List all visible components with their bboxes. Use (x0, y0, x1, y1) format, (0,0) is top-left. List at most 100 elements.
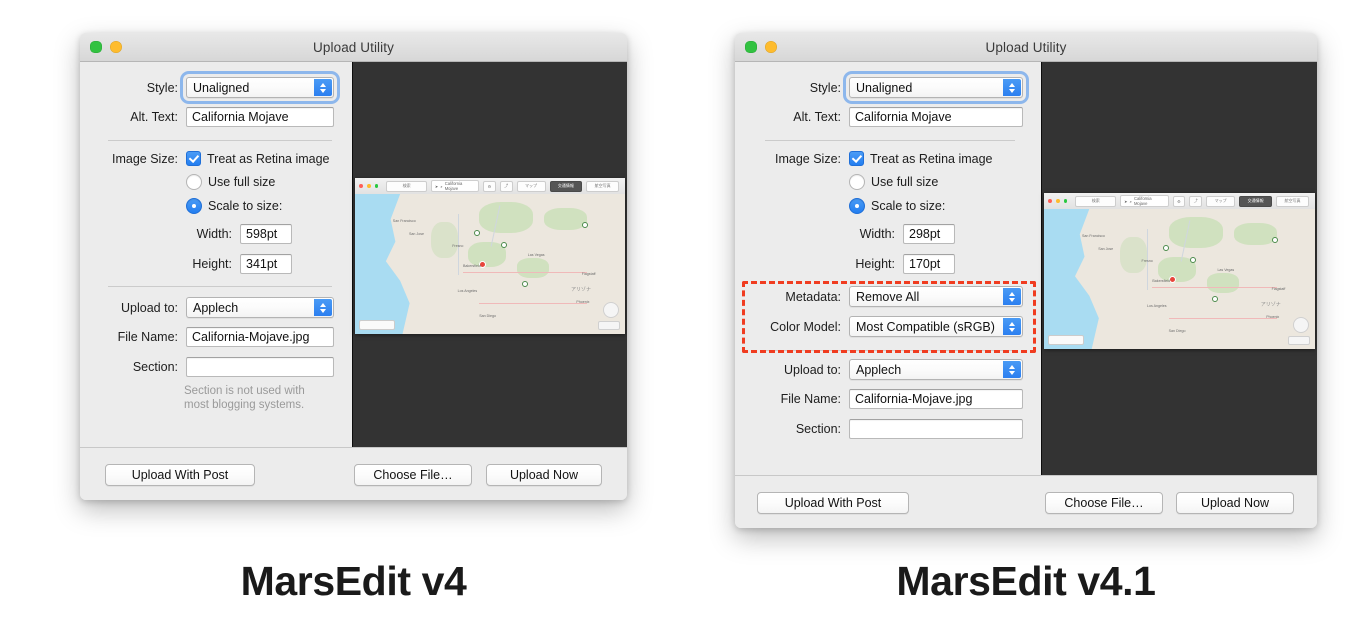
metadata-popup[interactable]: Remove All (849, 286, 1023, 307)
height-label: Height: (192, 257, 232, 271)
minimize-button-icon[interactable] (110, 41, 122, 53)
metadata-popup-value: Remove All (856, 289, 920, 304)
map-tab-transit: 交通情報 (1239, 195, 1273, 207)
minimize-button-icon[interactable] (765, 41, 777, 53)
titlebar[interactable]: Upload Utility (735, 33, 1317, 62)
image-size-label: Image Size: (774, 151, 841, 166)
style-popup[interactable]: Unaligned (186, 77, 334, 98)
map-close-icon (359, 184, 363, 188)
city-label: Phoenix (1266, 315, 1280, 320)
use-full-size-radio-row[interactable]: Use full size (849, 174, 938, 190)
map-search-value: California Mojave (444, 181, 463, 191)
park-poi-icon (1190, 256, 1197, 263)
city-label: Flagstaff (581, 272, 596, 277)
city-label: San Diego (479, 314, 496, 319)
image-preview-pane: 検索 ➤ ⌕ California Mojave ⚙ ⤴ マップ 交通情報 航空… (352, 62, 627, 447)
use-full-size-radio-row[interactable]: Use full size (186, 174, 275, 190)
map-tab-satellite: 航空写真 (1276, 195, 1309, 207)
map-zoom-controls (598, 321, 620, 330)
traffic-lights (745, 33, 777, 61)
color-model-popup[interactable]: Most Compatible (sRGB) (849, 316, 1023, 337)
map-compass-icon (603, 302, 619, 318)
ocean-area (1044, 209, 1099, 349)
use-full-size-radio[interactable] (849, 174, 865, 190)
map-search-toggle: 検索 (1075, 195, 1117, 207)
upload-with-post-button[interactable]: Upload With Post (105, 464, 255, 486)
metadata-label: Metadata: (785, 289, 841, 304)
comparison-figure: Upload Utility Style: Unaligned Alt. Tex… (0, 0, 1360, 635)
map-toolbar: 検索 ➤ ⌕ California Mojave ⚙ ⤴ マップ 交通情報 航空… (355, 178, 625, 195)
use-full-size-label: Use full size (208, 175, 276, 189)
upload-to-popup[interactable]: Applech (186, 297, 334, 318)
retina-checkbox[interactable] (186, 151, 201, 166)
scale-to-size-radio-row[interactable]: Scale to size: (849, 198, 945, 214)
style-popup[interactable]: Unaligned (849, 77, 1023, 98)
map-zoom-icon (374, 184, 379, 188)
road (463, 272, 588, 274)
city-label: Bakersfield (1152, 279, 1171, 283)
upload-now-button[interactable]: Upload Now (486, 464, 602, 486)
park-poi-icon (1271, 237, 1278, 243)
width-input[interactable]: 298pt (903, 224, 955, 244)
map-preview: 検索 ➤ ⌕ California Mojave ⚙ ⤴ マップ 交通情報 航空… (353, 62, 627, 447)
map-zoom-icon (1063, 199, 1068, 203)
file-name-input[interactable]: California-Mojave.jpg (186, 327, 334, 347)
scale-to-size-radio-row[interactable]: Scale to size: (186, 198, 282, 214)
upload-to-popup[interactable]: Applech (849, 359, 1023, 380)
use-full-size-radio[interactable] (186, 174, 202, 190)
map-compass-icon (1293, 317, 1309, 333)
ocean-area (355, 194, 410, 334)
file-name-label: File Name: (117, 330, 178, 344)
style-label: Style: (146, 80, 178, 95)
retina-checkbox-row[interactable]: Treat as Retina image (186, 151, 330, 166)
upload-to-popup-value: Applech (193, 300, 239, 315)
region-label: アリゾナ (1260, 302, 1281, 309)
alt-text-input[interactable]: California Mojave (849, 107, 1023, 127)
retina-label: Treat as Retina image (207, 151, 330, 166)
map-quality-selector (1048, 335, 1084, 345)
divider (765, 140, 1015, 141)
window-footer: Upload With Post Choose File… Upload Now (735, 475, 1317, 528)
section-input[interactable] (849, 419, 1023, 439)
zoom-button-icon[interactable] (745, 41, 757, 53)
upload-to-label: Upload to: (121, 300, 178, 315)
width-input[interactable]: 598pt (240, 224, 292, 244)
terrain-patch (544, 208, 588, 231)
window-title: Upload Utility (985, 39, 1067, 55)
titlebar[interactable]: Upload Utility (80, 33, 627, 62)
choose-file-button[interactable]: Choose File… (354, 464, 472, 486)
terrain-patch (517, 258, 550, 278)
chevron-updown-icon (1003, 288, 1021, 305)
scale-to-size-radio[interactable] (849, 198, 865, 214)
zoom-button-icon[interactable] (90, 41, 102, 53)
region-label: アリゾナ (571, 287, 592, 294)
map-screenshot: 検索 ➤ ⌕ California Mojave ⚙ ⤴ マップ 交通情報 航空… (355, 178, 625, 334)
map-share-icon: ⤴ (499, 180, 513, 192)
style-popup-wrapper: Unaligned (849, 77, 1023, 98)
caption-right: MarsEdit v4.1 (896, 558, 1156, 604)
map-locate-icon: ➤ (434, 183, 439, 189)
chevron-updown-icon (1003, 318, 1021, 335)
upload-with-post-button[interactable]: Upload With Post (757, 492, 909, 514)
upload-now-button[interactable]: Upload Now (1176, 492, 1294, 514)
retina-checkbox[interactable] (849, 151, 864, 166)
city-label: Flagstaff (1271, 287, 1286, 292)
city-label: San Jose (1098, 246, 1114, 251)
chevron-updown-icon (1003, 79, 1021, 96)
map-gear-icon: ⚙ (1172, 195, 1186, 207)
section-input[interactable] (186, 357, 334, 377)
map-gear-icon: ⚙ (483, 180, 496, 192)
alt-text-input[interactable]: California Mojave (186, 107, 334, 127)
height-input[interactable]: 341pt (240, 254, 292, 274)
map-search-field: ➤ ⌕ California Mojave (1120, 195, 1169, 207)
map-search-field: ➤ ⌕ California Mojave (430, 180, 480, 192)
map-tab-transit: 交通情報 (549, 180, 583, 192)
choose-file-button[interactable]: Choose File… (1045, 492, 1163, 514)
road (1152, 287, 1278, 289)
upload-to-popup-value: Applech (856, 362, 902, 377)
scale-to-size-radio[interactable] (186, 198, 202, 214)
height-input[interactable]: 170pt (903, 254, 955, 274)
retina-checkbox-row[interactable]: Treat as Retina image (849, 151, 993, 166)
file-name-input[interactable]: California-Mojave.jpg (849, 389, 1023, 409)
style-label: Style: (809, 80, 841, 95)
